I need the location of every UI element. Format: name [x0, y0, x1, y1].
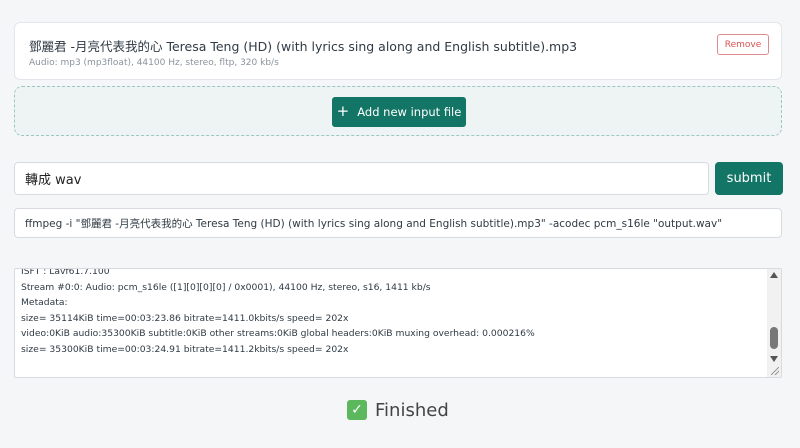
submit-button[interactable]: submit [715, 162, 783, 195]
check-icon: ✓ [347, 400, 367, 420]
scroll-up-icon[interactable] [770, 272, 778, 278]
command-input[interactable]: 轉成 wav [14, 162, 709, 195]
plus-icon: + [336, 102, 350, 120]
log-line: Metadata: [21, 297, 68, 308]
log-output[interactable]: ISFT : Lavf61.7.100 Stream #0:0: Audio: … [14, 268, 782, 378]
input-file-card: 鄧麗君 -月亮代表我的心 Teresa Teng (HD) (with lyri… [14, 22, 782, 80]
remove-button[interactable]: Remove [717, 34, 769, 55]
log-line: ISFT : Lavf61.7.100 [21, 268, 110, 277]
file-name: 鄧麗君 -月亮代表我的心 Teresa Teng (HD) (with lyri… [29, 39, 578, 54]
log-line: video:0KiB audio:35300KiB subtitle:0KiB … [21, 328, 535, 339]
scroll-down-icon[interactable] [770, 356, 778, 362]
log-lines: ISFT : Lavf61.7.100 Stream #0:0: Audio: … [21, 268, 763, 357]
file-drop-zone[interactable]: + Add new input file [14, 86, 782, 136]
log-scrollbar[interactable] [767, 269, 781, 377]
log-line: Stream #0:0: Audio: pcm_s16le ([1][0][0]… [21, 281, 431, 293]
scroll-thumb[interactable] [770, 327, 778, 349]
generated-command: ffmpeg -i "鄧麗君 -月亮代表我的心 Teresa Teng (HD)… [14, 208, 782, 238]
add-input-file-label: Add new input file [357, 105, 462, 119]
file-meta: Audio: mp3 (mp3float), 44100 Hz, stereo,… [29, 58, 279, 68]
add-input-file-button[interactable]: + Add new input file [332, 97, 466, 127]
log-line: size= 35300KiB time=00:03:24.91 bitrate=… [21, 343, 349, 355]
status: ✓ Finished [347, 398, 449, 422]
status-text: Finished [375, 399, 449, 421]
log-line: size= 35114KiB time=00:03:23.86 bitrate=… [21, 312, 349, 324]
resize-handle-icon[interactable] [771, 367, 779, 375]
